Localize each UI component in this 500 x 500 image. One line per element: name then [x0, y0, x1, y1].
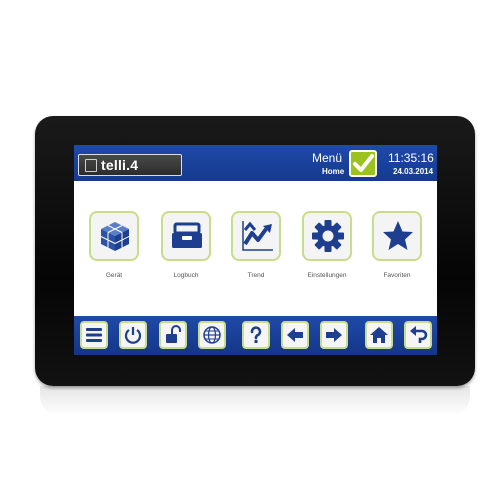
menu-icon: [86, 328, 102, 342]
arrow-left-icon: [287, 328, 303, 342]
logbook-drawer-icon: [172, 222, 202, 248]
home-icon: [370, 327, 388, 343]
checkmark-icon: [353, 154, 374, 172]
star-icon: [383, 221, 413, 250]
clock-time: 11:35:16: [388, 151, 434, 165]
globe-icon: [203, 326, 221, 344]
device-reflection: [40, 386, 470, 416]
tile-einstellungen[interactable]: [302, 211, 352, 261]
tile-label-trend: Trend: [247, 272, 265, 279]
previous-button[interactable]: [281, 321, 309, 349]
menu-button[interactable]: [80, 321, 108, 349]
cube-icon: [100, 222, 130, 251]
tile-logbuch[interactable]: [161, 211, 211, 261]
clock-date: 24.03.2014: [393, 167, 434, 176]
power-icon: [124, 327, 142, 344]
trend-chart-icon: [242, 221, 273, 251]
power-button[interactable]: [119, 321, 147, 349]
help-icon: [250, 326, 262, 343]
menu-subtitle: Home: [322, 167, 345, 176]
back-button[interactable]: [404, 321, 432, 349]
confirm-button[interactable]: [349, 150, 377, 177]
header-bar: telli.4 Menü Home 11:35:16 24.03.2014: [74, 145, 437, 181]
arrow-right-icon: [326, 328, 342, 342]
unlock-button[interactable]: [159, 321, 187, 349]
brand-logo: telli.4: [78, 154, 182, 176]
tile-label-logbuch: Logbuch: [173, 272, 199, 279]
back-icon: [410, 326, 428, 343]
unlock-icon: [166, 325, 181, 343]
logo-text: telli.4: [101, 157, 139, 173]
menu-title: Menü: [312, 151, 343, 165]
logo-mark-icon: [85, 159, 97, 172]
help-button[interactable]: [242, 321, 270, 349]
home-button[interactable]: [365, 321, 393, 349]
language-button[interactable]: [198, 321, 226, 349]
bottom-toolbar: [74, 316, 437, 355]
tile-label-favoriten: Favoriten: [383, 272, 411, 279]
tile-geraet[interactable]: [89, 211, 139, 261]
tile-favoriten[interactable]: [372, 211, 422, 261]
gear-icon: [312, 220, 344, 252]
tile-trend[interactable]: [231, 211, 281, 261]
touch-screen: telli.4 Menü Home 11:35:16 24.03.2014 Ge…: [74, 145, 437, 355]
tile-label-geraet: Gerät: [105, 272, 123, 279]
tile-label-einstellungen: Einstellungen: [307, 272, 347, 279]
next-button[interactable]: [320, 321, 348, 349]
